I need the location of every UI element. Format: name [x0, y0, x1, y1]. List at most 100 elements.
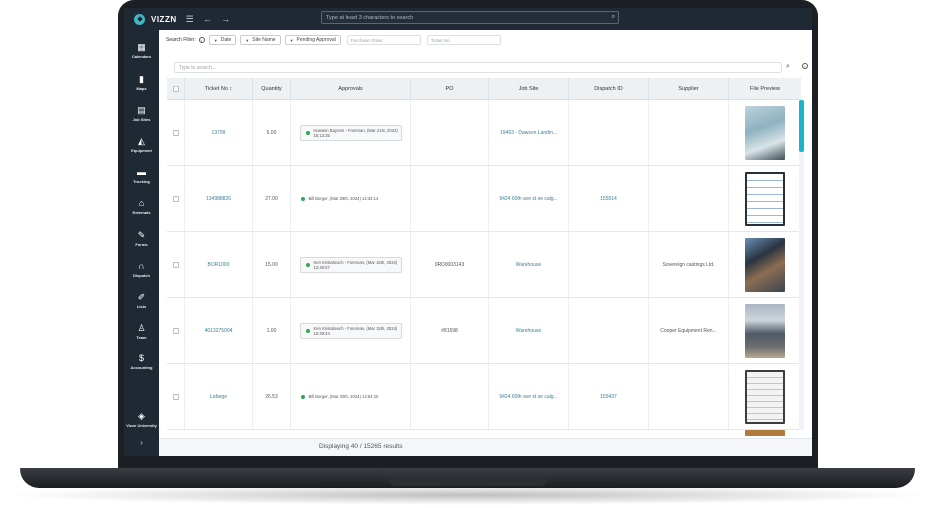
- row-checkbox[interactable]: [172, 129, 179, 136]
- row-checkbox[interactable]: [172, 261, 179, 268]
- job-site-cell[interactable]: 19463 - Dawson Landin...: [489, 100, 569, 165]
- approvals-cell: Ken Kristalovich - Foreman, (Mar 15th, 2…: [291, 232, 411, 297]
- sort-icon[interactable]: ↕: [229, 86, 232, 92]
- dispatch-id-cell[interactable]: [569, 100, 649, 165]
- job-site-cell[interactable]: 9424 60th ave st se calg...: [489, 166, 569, 231]
- expand-sidebar-icon[interactable]: ›: [124, 438, 159, 447]
- app-logo[interactable]: VIZZN: [134, 13, 177, 25]
- select-all-checkbox[interactable]: [172, 86, 179, 92]
- sidebar-item-university[interactable]: ◈ Vizzn University: [124, 411, 159, 428]
- ticket-photo-thumbnail[interactable]: [745, 237, 785, 292]
- sidebar-item-maps[interactable]: ▮ Maps: [124, 74, 159, 91]
- row-checkbox[interactable]: [172, 327, 179, 334]
- ticket-no-cell[interactable]: Lafarge: [185, 364, 253, 429]
- site-name-filter-button[interactable]: ▼ Site Name: [240, 35, 281, 45]
- sidebar-item-forms[interactable]: ✎ Forms: [124, 230, 159, 247]
- ticket-photo-thumbnail[interactable]: [745, 430, 785, 436]
- row-checkbox[interactable]: [172, 195, 179, 202]
- approved-dot-icon: [305, 130, 310, 135]
- university-icon: ◈: [138, 411, 145, 421]
- ticket-no-cell[interactable]: BOR1000: [185, 232, 253, 297]
- approval-badge[interactable]: Bill Borger, (Mar 20th, 2024) 14:54:20: [296, 393, 406, 401]
- approval-badge[interactable]: Hussein Bayram - Foreman, (Mar 21st, 202…: [299, 124, 402, 141]
- info-icon[interactable]: i: [802, 63, 808, 69]
- approval-badge[interactable]: Ken Kristalovich - Foreman, (Mar 15th, 2…: [299, 256, 402, 273]
- table-row[interactable]: 4013275004 1.00 Ken Kristalovich - Forem…: [167, 298, 801, 364]
- scrollbar-thumb[interactable]: [799, 100, 804, 152]
- approval-badge[interactable]: Ken Kristalovich - Foreman, (Mar 15th, 2…: [299, 322, 402, 339]
- table-row[interactable]: 13799 5.00 Hussein Bayram - Foreman, (Ma…: [167, 100, 801, 166]
- table-row[interactable]: Lafarge 26.53 Bill Borger, (Mar 20th, 20…: [167, 364, 801, 430]
- back-arrow-icon[interactable]: ←: [203, 14, 213, 24]
- ticket-photo-thumbnail[interactable]: [745, 303, 785, 358]
- column-header-job-site[interactable]: Job Site: [489, 78, 569, 100]
- approval-text: Ken Kristalovich - Foreman, (Mar 15th, 2…: [313, 325, 398, 336]
- logo-icon: [134, 13, 145, 25]
- column-header-label: Supplier: [678, 86, 699, 92]
- global-search-input[interactable]: Type at least 3 characters to search ⌕: [321, 11, 619, 24]
- sidebar-item-dispatch[interactable]: ∩ Dispatch: [124, 261, 159, 278]
- file-preview-cell: [729, 298, 801, 363]
- job-site-cell[interactable]: Warehouse: [489, 298, 569, 363]
- supplier-cell: Sovereign castings Ltd.: [649, 232, 729, 297]
- forward-arrow-icon[interactable]: →: [221, 14, 231, 24]
- search-icon[interactable]: ⌕: [786, 63, 790, 71]
- table-search-input[interactable]: Type to search...: [174, 62, 782, 73]
- job-site-cell[interactable]: Warehouse: [489, 232, 569, 297]
- table-row[interactable]: BOR1000 15.00 Ken Kristalovich - Foreman…: [167, 232, 801, 298]
- row-select-cell: [167, 232, 185, 297]
- purchase-order-input[interactable]: Purchase Order: [346, 35, 421, 45]
- menu-icon[interactable]: ☰: [185, 14, 195, 25]
- pending-approval-filter-button[interactable]: ▼ Pending Approval: [284, 35, 341, 45]
- sidebar-item-externals[interactable]: ⌂ Externals: [124, 198, 159, 215]
- date-filter-button[interactable]: ▼ Date: [208, 35, 237, 45]
- ticket-no-cell[interactable]: 134988826: [185, 166, 253, 231]
- approvals-cell: Ken Kristalovich - Foreman, (Mar 15th, 2…: [291, 298, 411, 363]
- select-all-cell: [167, 78, 185, 100]
- ticket-photo-thumbnail[interactable]: [745, 369, 785, 424]
- table-row[interactable]: [167, 430, 801, 438]
- supplier-cell: [649, 100, 729, 165]
- column-header-approvals[interactable]: Approvals: [291, 78, 411, 100]
- column-header-label: Job Site: [518, 86, 539, 92]
- approval-text: Bill Borger, (Mar 29th, 2024) 14:34:14: [308, 196, 379, 201]
- ticket-photo-thumbnail[interactable]: [745, 105, 785, 160]
- dispatch-id-cell[interactable]: 155514: [569, 166, 649, 231]
- column-header-quantity[interactable]: Quantity: [253, 78, 291, 100]
- column-header-label: File Preview: [750, 86, 780, 92]
- global-search-placeholder: Type at least 3 characters to search: [326, 14, 414, 21]
- ticket-photo-thumbnail[interactable]: [745, 171, 785, 226]
- dispatch-id-cell[interactable]: [569, 298, 649, 363]
- caret-down-icon: ▼: [245, 37, 250, 43]
- search-icon[interactable]: ⌕: [612, 14, 615, 21]
- po-cell: [411, 166, 489, 231]
- sidebar-item-lists[interactable]: ✐ Lists: [124, 292, 159, 309]
- job-sites-icon: ▤: [137, 105, 146, 115]
- sidebar-item-trucking[interactable]: ▬ Trucking: [124, 167, 159, 184]
- po-cell: [411, 100, 489, 165]
- dispatch-id-cell[interactable]: [569, 232, 649, 297]
- column-header-ticket-no[interactable]: Ticket No ↕: [185, 78, 253, 100]
- info-icon[interactable]: i: [198, 37, 205, 43]
- column-header-dispatch-id[interactable]: Dispatch ID: [569, 78, 649, 100]
- list-icon: ✐: [137, 292, 146, 302]
- column-header-supplier[interactable]: Supplier: [649, 78, 729, 100]
- sidebar-item-team[interactable]: ♙ Team: [124, 323, 159, 340]
- date-filter-label: Date: [220, 37, 232, 43]
- ticket-no-input[interactable]: Ticket No: [426, 35, 501, 45]
- sidebar-item-calendars[interactable]: ▦ Calendars: [124, 42, 159, 59]
- table-row[interactable]: 134988826 27.00 Bill Borger, (Mar 29th, …: [167, 166, 801, 232]
- column-header-po[interactable]: PO: [411, 78, 489, 100]
- column-header-label: Ticket No: [204, 86, 228, 92]
- ticket-no-cell[interactable]: 13799: [185, 100, 253, 165]
- sidebar-item-job-sites[interactable]: ▤ Job Sites: [124, 105, 159, 122]
- ticket-no-cell[interactable]: 4013275004: [185, 298, 253, 363]
- sidebar-item-equipment[interactable]: ◭ Equipment: [124, 136, 159, 153]
- sidebar-item-accounting[interactable]: $ Accounting: [124, 353, 159, 370]
- column-header-file-preview[interactable]: File Preview: [729, 78, 801, 100]
- sidebar-item-label: Trucking: [133, 179, 150, 184]
- dispatch-id-cell[interactable]: 155437: [569, 364, 649, 429]
- job-site-cell[interactable]: 9424 60th ave st se calg...: [489, 364, 569, 429]
- approval-badge[interactable]: Bill Borger, (Mar 29th, 2024) 14:34:14: [296, 195, 406, 203]
- row-checkbox[interactable]: [172, 393, 179, 400]
